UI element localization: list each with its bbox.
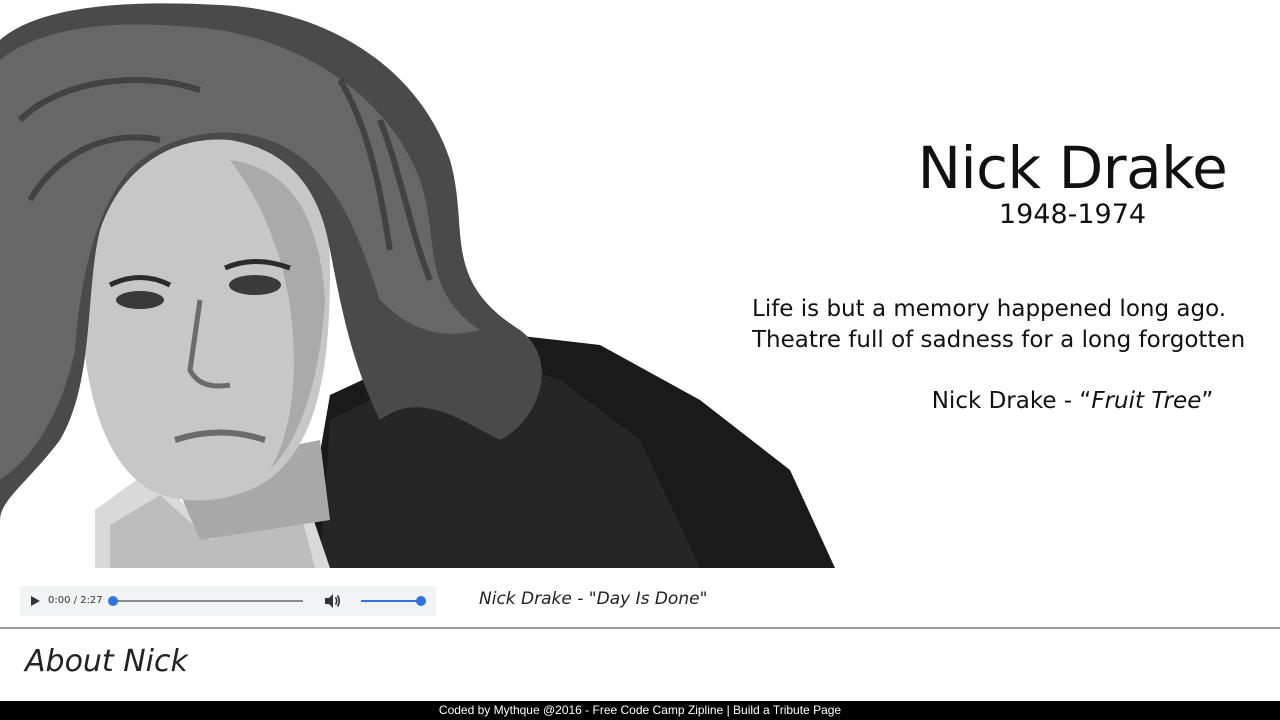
lyric-quote: Life is but a memory happened long ago. … [752,294,1280,356]
play-icon[interactable] [28,594,42,608]
duration: 2:27 [80,595,103,606]
volume-thumb[interactable] [416,596,426,606]
portrait-image [0,3,835,568]
life-years: 1948-1974 [998,199,1147,230]
page-title: Nick Drake [917,134,1228,202]
lyric-credit: Nick Drake - “Fruit Tree” [880,386,1265,417]
audio-player[interactable]: 0:00 / 2:27 [20,586,436,616]
lyric-line: Life is but a memory happened long ago. [752,296,1227,322]
lyric-credit-prefix: Nick Drake - “ [931,388,1092,414]
hero-section: Nick Drake 1948-1974 Life is but a memor… [0,0,1280,568]
lyric-line: Theatre full of sadness for a long forgo… [752,327,1246,353]
time-separator: / [70,595,81,606]
player-bar: 0:00 / 2:27 Nick Drake - "Day Is Done" [0,568,1280,628]
lyric-credit-song: Fruit Tree [1091,388,1202,414]
about-heading[interactable]: About Nick [25,642,188,682]
current-time: 0:00 [48,595,71,606]
progress-thumb[interactable] [108,596,118,606]
volume-icon[interactable] [323,593,341,609]
volume-fill [361,600,421,602]
lyric-credit-suffix: ” [1201,388,1214,414]
section-divider [0,627,1280,629]
time-display: 0:00 / 2:27 [48,594,103,608]
progress-slider[interactable] [108,596,303,606]
footer: Coded by Mythque @2016 - Free Code Camp … [0,701,1280,720]
song-caption: Nick Drake - "Day Is Done" [479,589,708,609]
volume-slider[interactable] [361,596,426,606]
